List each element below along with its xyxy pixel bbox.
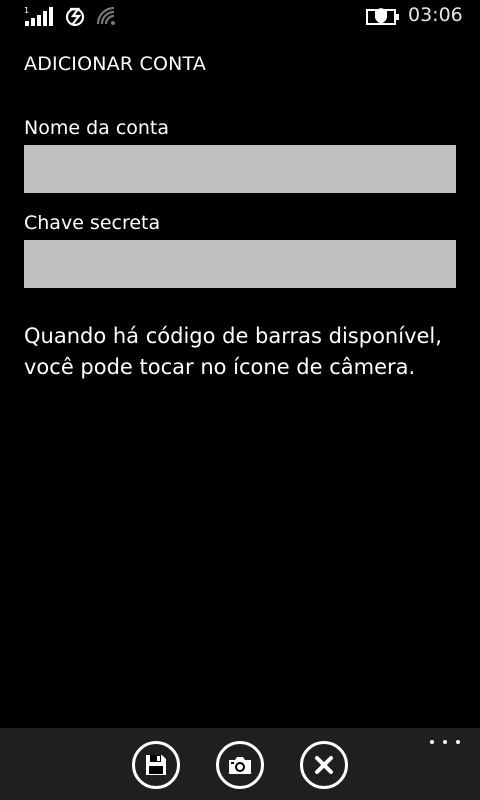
account-name-label: Nome da conta bbox=[24, 117, 170, 139]
camera-button[interactable] bbox=[216, 741, 264, 789]
save-icon bbox=[146, 755, 166, 775]
cancel-button[interactable] bbox=[300, 741, 348, 789]
sim-label: 1 bbox=[24, 6, 29, 15]
page-title: ADICIONAR CONTA bbox=[24, 53, 207, 75]
app-bar bbox=[0, 728, 480, 800]
account-name-input[interactable] bbox=[24, 145, 456, 193]
dot bbox=[430, 740, 434, 744]
more-dots-icon[interactable] bbox=[430, 734, 460, 750]
signal-strength-icon: 1 bbox=[24, 6, 53, 26]
dot bbox=[456, 740, 460, 744]
barcode-hint-text: Quando há código de barras disponível, v… bbox=[24, 324, 442, 379]
camera-icon bbox=[229, 757, 251, 774]
clock: 03:06 bbox=[408, 4, 463, 26]
roaming-icon bbox=[65, 7, 85, 27]
wifi-icon bbox=[96, 6, 115, 25]
status-bar: 1 03:06 bbox=[0, 0, 480, 32]
save-button[interactable] bbox=[132, 741, 180, 789]
dot bbox=[443, 740, 447, 744]
secret-key-input[interactable] bbox=[24, 240, 456, 288]
close-icon bbox=[315, 756, 333, 774]
secret-key-label: Chave secreta bbox=[24, 212, 161, 234]
battery-saver-icon bbox=[366, 8, 399, 25]
